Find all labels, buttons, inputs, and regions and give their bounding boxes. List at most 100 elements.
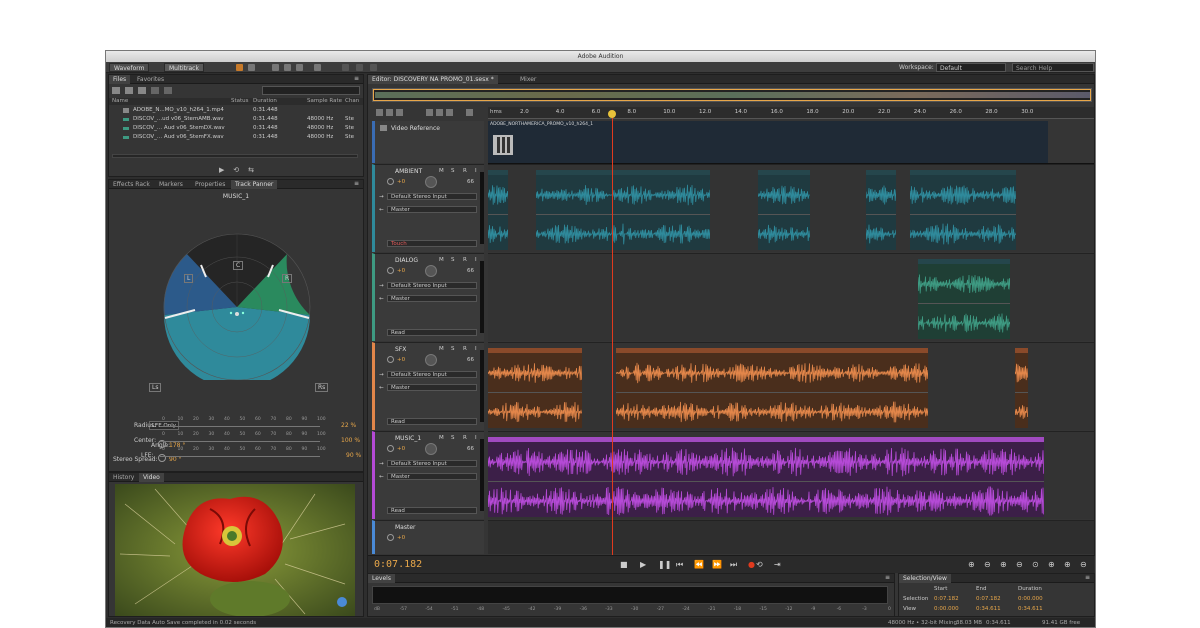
mute-button[interactable]: M — [439, 257, 444, 263]
import-icon[interactable] — [125, 87, 133, 94]
tab-markers[interactable]: Markers — [155, 180, 187, 189]
track-header-master[interactable]: Master +0 — [372, 520, 484, 554]
tab-selection-view[interactable]: Selection/View — [899, 574, 951, 583]
col-channels[interactable]: Chan — [345, 98, 359, 105]
mute-button[interactable]: M — [439, 346, 444, 352]
loop-button[interactable]: ⟲ — [756, 560, 763, 569]
spectral-view-icon[interactable] — [236, 64, 243, 71]
track-name[interactable]: AMBIENT — [395, 168, 422, 175]
tab-track-panner[interactable]: Track Panner — [231, 180, 278, 189]
file-row[interactable]: DISCOV_... Aud v06_StemDX.wav 0:31.448 4… — [109, 125, 363, 132]
slip-tool-icon[interactable] — [296, 64, 303, 71]
waveform-button[interactable]: Waveform — [109, 63, 150, 72]
input-select[interactable]: Default Stereo Input — [387, 371, 477, 378]
files-scrollbar[interactable] — [112, 154, 358, 158]
selection-start[interactable]: 0:07.182 — [934, 596, 959, 602]
solo-button[interactable]: S — [451, 435, 455, 441]
file-row[interactable]: DISCOV_...ud v06_StemAMB.wav 0:31.448 48… — [109, 116, 363, 123]
output-select[interactable]: Master — [387, 384, 477, 391]
pan-knob[interactable] — [425, 443, 437, 455]
volume-value[interactable]: +0 — [397, 446, 405, 452]
move-tool-icon[interactable] — [272, 64, 279, 71]
zoom-out-amplitude-icon[interactable]: ⊖ — [984, 560, 991, 569]
volume-knob[interactable] — [387, 267, 394, 274]
volume-value[interactable]: +0 — [397, 179, 405, 185]
col-sample-rate[interactable]: Sample Rate — [307, 98, 342, 105]
multitrack-button[interactable]: Multitrack — [164, 63, 204, 72]
pan-value[interactable]: 66 — [467, 446, 474, 452]
volume-knob[interactable] — [387, 534, 394, 541]
pan-knob[interactable] — [425, 265, 437, 277]
solo-button[interactable]: S — [451, 257, 455, 263]
folder-icon[interactable] — [112, 87, 120, 94]
loop-file-icon[interactable]: ⟲ — [233, 166, 239, 174]
arm-record-button[interactable]: R — [463, 435, 467, 441]
record-button[interactable]: ● — [748, 560, 755, 569]
tab-properties[interactable]: Properties — [191, 180, 229, 189]
track-lane-dialog[interactable]: DISCOV_PROMO Aud v06_StemDX — [488, 253, 1094, 341]
lfe-slider[interactable] — [160, 456, 320, 457]
track-lane-sfx[interactable]: DISCOV_PROMO Aud v06_StemFX DISCOV_PROMO … — [488, 342, 1094, 430]
play-button[interactable]: ▶ — [640, 560, 646, 569]
file-row[interactable]: ADOBE_N...MO_v10_h264_1.mp4 0:31.448 — [109, 107, 363, 114]
track-header-ambient[interactable]: AMBIENT M S R I +0 66 → Default Stereo Input ← Mas… — [372, 164, 484, 252]
track-lane-music[interactable]: DISCOV_PROMO Aud v06_StemMX_1 Volume — [488, 431, 1094, 519]
zoom-full-icon[interactable]: ⊙ — [1032, 560, 1039, 569]
tab-history[interactable]: History — [109, 473, 138, 482]
input-select[interactable]: Default Stereo Input — [387, 282, 477, 289]
automation-mode-select[interactable]: Read — [387, 418, 477, 425]
col-name[interactable]: Name — [112, 98, 128, 105]
tab-mixer[interactable]: Mixer — [516, 75, 540, 84]
output-select[interactable]: Master — [387, 206, 477, 213]
track-header-sfx[interactable]: SFX M S R I +0 66 → Default Stereo Input ← Master R… — [372, 342, 484, 430]
automation-mode-select[interactable]: Read — [387, 507, 477, 514]
workspace-select[interactable]: Default — [936, 63, 1006, 72]
input-select[interactable]: Default Stereo Input — [387, 460, 477, 467]
track-name[interactable]: MUSIC_1 — [395, 435, 421, 442]
volume-knob[interactable] — [387, 356, 394, 363]
tab-files[interactable]: Files — [109, 75, 131, 84]
monitor-input-button[interactable]: I — [475, 435, 477, 441]
files-search-input[interactable] — [262, 86, 360, 95]
audio-clip[interactable]: ...AMB — [488, 170, 508, 250]
fx-icon[interactable] — [396, 109, 403, 116]
col-duration[interactable]: Duration — [253, 98, 277, 105]
pan-knob[interactable] — [425, 354, 437, 366]
volume-value[interactable]: +0 — [397, 357, 405, 363]
volume-knob[interactable] — [387, 178, 394, 185]
pause-button[interactable]: ❚❚ — [658, 560, 671, 569]
insert-icon[interactable] — [151, 87, 159, 94]
track-lane-master[interactable] — [488, 520, 1094, 554]
volume-knob[interactable] — [387, 445, 394, 452]
mute-button[interactable]: M — [439, 168, 444, 174]
track-header-dialog[interactable]: DIALOG M S R I +0 66 → Default Stereo Input ← Mast… — [372, 253, 484, 341]
io-icon[interactable] — [426, 109, 433, 116]
lfe-value[interactable]: 90 % — [346, 452, 361, 459]
pan-value[interactable]: 66 — [467, 268, 474, 274]
go-to-end-button[interactable]: ⏭ — [730, 560, 737, 570]
track-lane-ambient[interactable]: ...AMB DISCOV..._D Aud v06_StemAMB ...wAMB… — [488, 164, 1094, 252]
send-icon[interactable] — [436, 109, 443, 116]
rewind-button[interactable]: ⏪ — [694, 560, 704, 569]
snap-icon[interactable] — [376, 109, 383, 116]
output-select[interactable]: Master — [387, 295, 477, 302]
zoom-selection-icon[interactable]: ⊕ — [1048, 560, 1055, 569]
lasso-tool-icon[interactable] — [356, 64, 363, 71]
play-file-icon[interactable]: ▶ — [219, 166, 224, 174]
track-name[interactable]: Master — [395, 524, 416, 531]
audio-clip[interactable]: ...FX — [1015, 348, 1028, 428]
panel-menu-icon[interactable]: ≡ — [354, 75, 359, 82]
eq-icon[interactable] — [446, 109, 453, 116]
volume-value[interactable]: +0 — [397, 535, 405, 541]
audio-clip[interactable]: DISCOV_PROMO Aud v06_StemFX — [488, 348, 582, 428]
playhead[interactable] — [612, 113, 613, 559]
search-help-input[interactable]: Search Help — [1012, 63, 1094, 72]
view-start[interactable]: 0:00.000 — [934, 606, 959, 612]
zoom-out-point-icon[interactable]: ⊖ — [1080, 560, 1087, 569]
go-to-start-button[interactable]: ⏮ — [676, 560, 683, 570]
solo-button[interactable]: S — [451, 346, 455, 352]
audio-clip[interactable]: ...AMB — [866, 170, 896, 250]
zoom-in-time-icon[interactable]: ⊕ — [1000, 560, 1007, 569]
time-selection-icon[interactable] — [314, 64, 321, 71]
audio-clip[interactable]: DISCOV_PROMO Aud v06_StemAMB — [910, 170, 1016, 250]
